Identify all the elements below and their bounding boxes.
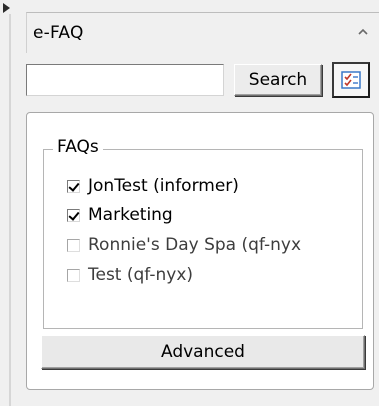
faq-legend: FAQs [53, 137, 103, 157]
faq-checkbox[interactable] [67, 208, 80, 222]
faq-checkbox[interactable] [67, 179, 80, 193]
expand-arrow-icon[interactable] [3, 3, 10, 13]
panel-title: e-FAQ [33, 23, 84, 43]
faq-container: FAQs JonTest (informer) Marketing Ronnie… [26, 112, 374, 390]
toggle-faq-list-button[interactable] [332, 62, 370, 98]
faq-item-label: Test (qf-nyx) [88, 265, 194, 285]
faq-item-label: Marketing [88, 205, 173, 225]
faq-item-label: JonTest (informer) [88, 176, 239, 196]
left-gutter [0, 0, 16, 406]
faq-checkbox[interactable] [67, 268, 80, 282]
efaq-panel: e-FAQ Search FAQs JonTest (informer) Mar… [20, 0, 379, 406]
faq-item-jontest[interactable]: JonTest (informer) [67, 175, 239, 197]
panel-header[interactable]: e-FAQ [26, 12, 379, 53]
faq-item-test[interactable]: Test (qf-nyx) [67, 264, 193, 286]
search-input[interactable] [26, 64, 224, 96]
gutter-divider [9, 14, 11, 406]
advanced-button[interactable]: Advanced [41, 335, 365, 369]
faq-item-marketing[interactable]: Marketing [67, 204, 173, 226]
chevron-up-icon[interactable] [357, 27, 369, 37]
faq-item-label: Ronnie's Day Spa (qf-nyx [88, 235, 301, 255]
search-row: Search [26, 62, 379, 104]
faq-item-ronnies-day-spa[interactable]: Ronnie's Day Spa (qf-nyx [67, 234, 301, 256]
checklist-icon [341, 71, 361, 89]
faq-checkbox[interactable] [67, 238, 80, 252]
search-button[interactable]: Search [234, 64, 322, 96]
